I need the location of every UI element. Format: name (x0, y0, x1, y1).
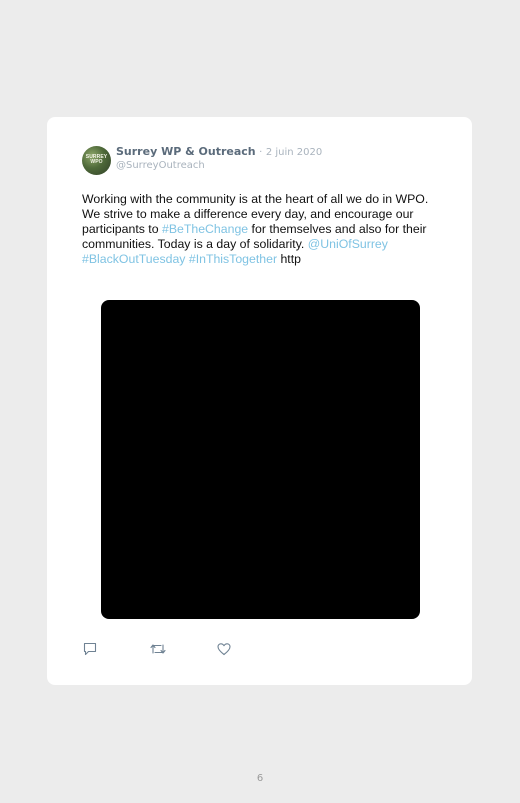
display-name[interactable]: Surrey WP & Outreach (116, 145, 256, 158)
page-number: 6 (256, 773, 264, 784)
avatar-logo-text: SURREY WPO (85, 154, 108, 165)
tweet-media[interactable] (101, 300, 420, 619)
author-info: Surrey WP & Outreach · 2 juin 2020 @Surr… (116, 145, 322, 172)
like-icon[interactable] (216, 641, 232, 657)
user-handle[interactable]: @SurreyOutreach (116, 159, 322, 172)
hashtag-link[interactable]: #BeTheChange (162, 222, 248, 236)
tweet-text: Working with the community is at the hea… (82, 192, 442, 267)
mention-link[interactable]: @UniOfSurrey (308, 237, 388, 251)
separator-dot: · (259, 147, 263, 158)
retweet-icon[interactable] (149, 641, 166, 657)
tweet-header: SURREY WPO Surrey WP & Outreach · 2 juin … (82, 145, 322, 175)
reply-icon[interactable] (82, 641, 98, 657)
hashtag-link[interactable]: #BlackOutTuesday (82, 252, 185, 266)
tweet-text-segment: http (277, 252, 301, 266)
avatar[interactable]: SURREY WPO (82, 146, 111, 175)
hashtag-link[interactable]: #InThisTogether (189, 252, 277, 266)
tweet-card: SURREY WPO Surrey WP & Outreach · 2 juin … (47, 117, 472, 685)
tweet-actions (82, 641, 283, 657)
tweet-date[interactable]: 2 juin 2020 (266, 147, 322, 158)
